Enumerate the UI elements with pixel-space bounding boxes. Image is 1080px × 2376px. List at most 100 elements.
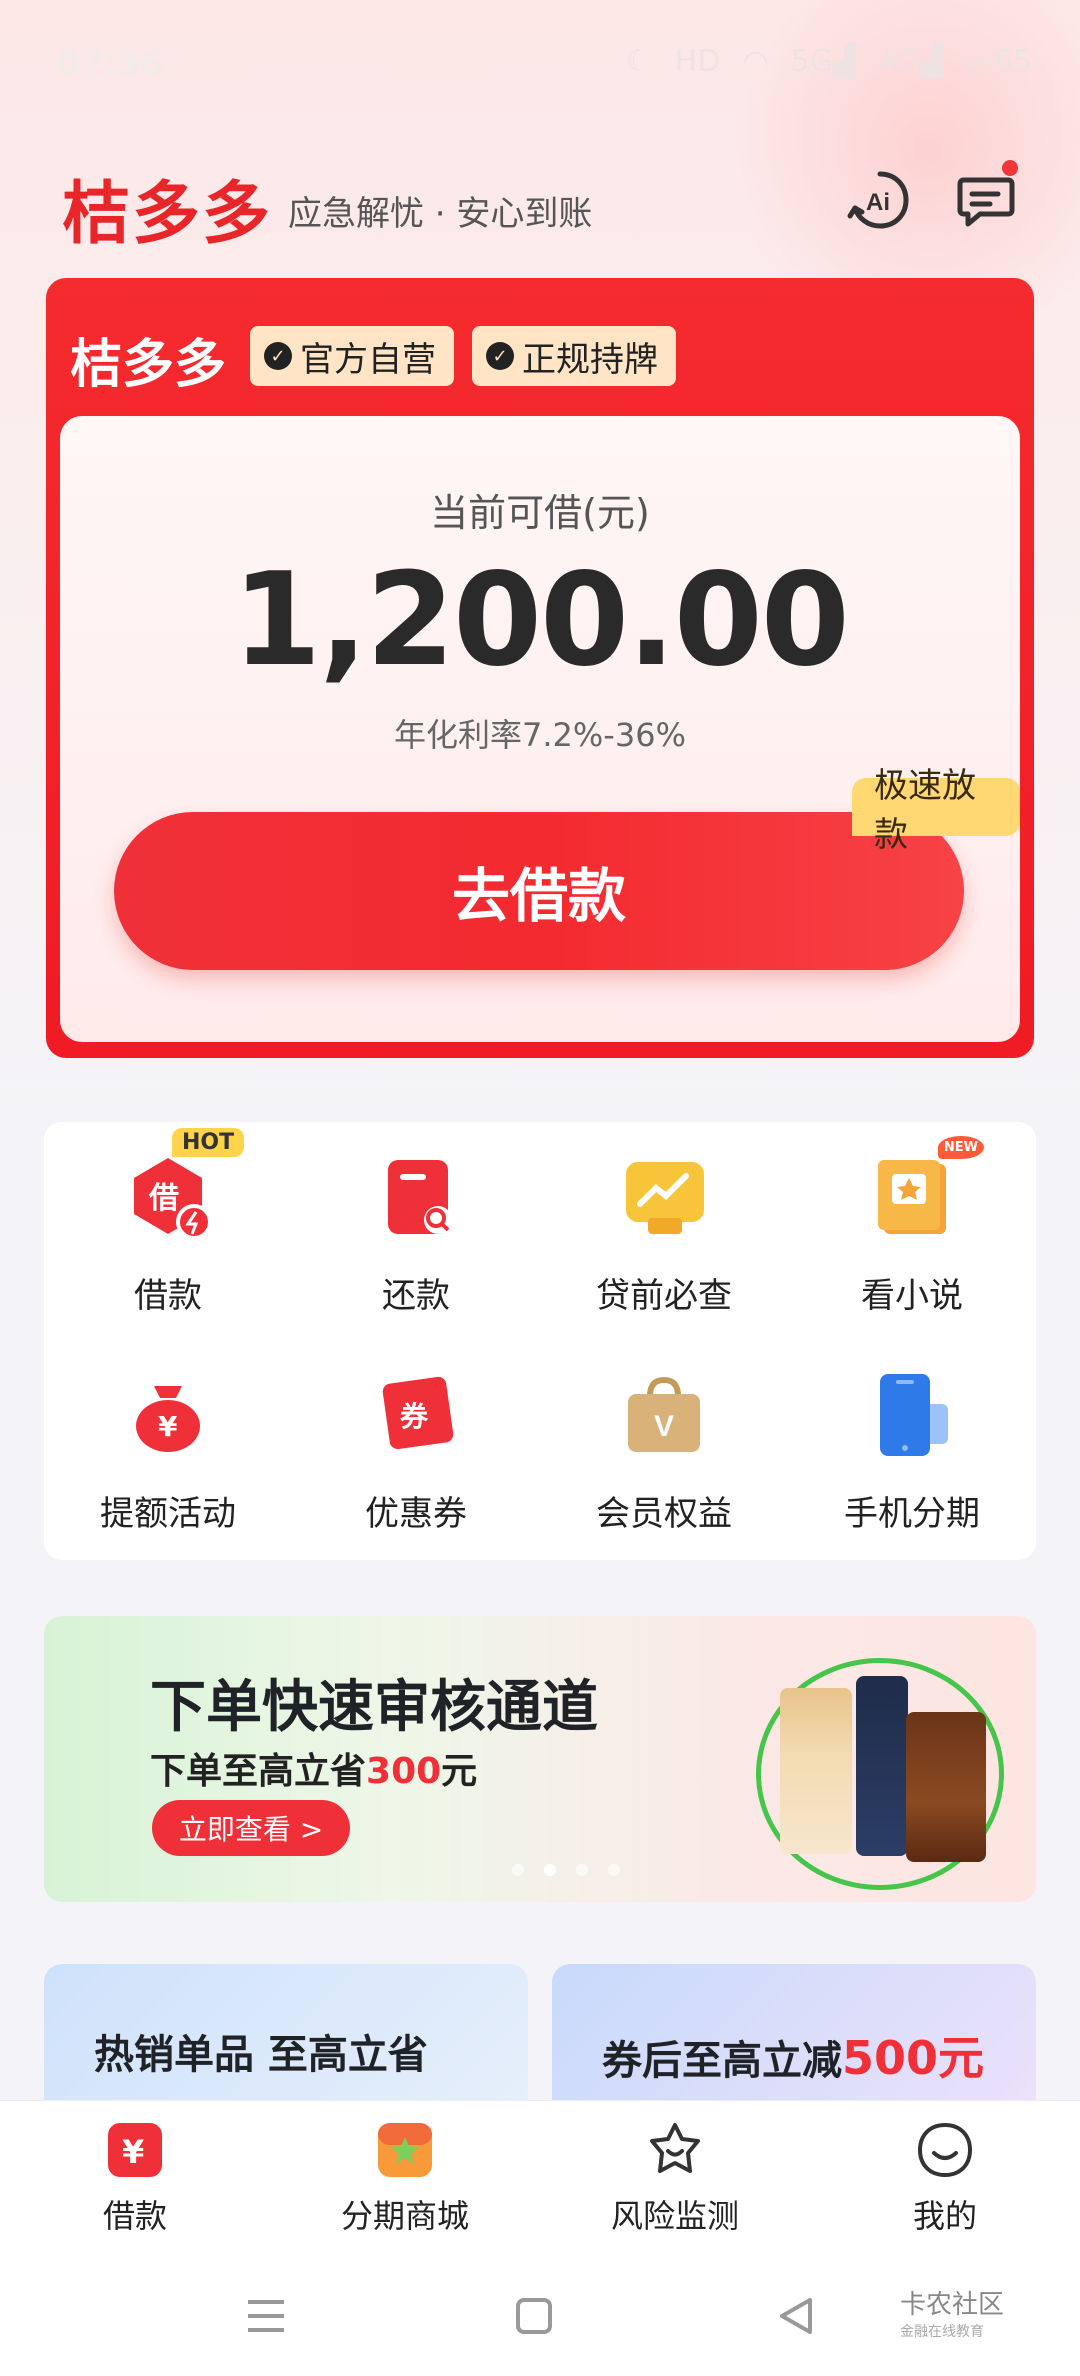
grid-item-label: 手机分期 <box>844 1494 980 1534</box>
battery-level: 65 <box>993 44 1032 79</box>
status-time: 07:36 <box>56 44 165 84</box>
available-label: 当前可借(元) <box>430 491 650 535</box>
pagination-dot-active <box>544 1864 556 1876</box>
grid-item-label: 看小说 <box>861 1276 963 1316</box>
grid-item-label: 会员权益 <box>596 1494 732 1534</box>
promo-card-coupon[interactable]: 券后至高立减500元 <box>552 1964 1036 2104</box>
banner-pagination <box>512 1864 620 1876</box>
promo-card-hot-sale[interactable]: 热销单品 至高立省 <box>44 1964 528 2104</box>
system-nav-bar: 卡农社区 金融在线教育 <box>0 2250 1080 2376</box>
loan-card-inner: 当前可借(元) 1,200.00 年化利率7.2%-36% 去借款 极速放款 <box>60 416 1020 1042</box>
grid-item-novel[interactable]: NEW 看小说 <box>788 1122 1036 1322</box>
tab-profile[interactable]: 我的 <box>810 2101 1080 2251</box>
menu-icon <box>248 2300 284 2332</box>
banner-sub-suffix: 元 <box>441 1751 478 1792</box>
nav-back-button[interactable] <box>766 2288 826 2344</box>
unread-dot <box>1002 160 1018 176</box>
battery-icon: ▭65 <box>965 44 1032 79</box>
grid-item-vip[interactable]: V 会员权益 <box>540 1340 788 1540</box>
hd-icon: HD <box>674 44 721 79</box>
borrow-icon: 借 HOT <box>118 1128 245 1246</box>
pagination-dot <box>512 1864 524 1876</box>
money-bag-icon: ¥ <box>118 1364 218 1464</box>
tab-label: 我的 <box>912 2197 977 2235</box>
status-icons: ☾ HD ◠ 5G▟ 4G▟ ▭65 <box>626 44 1032 79</box>
grid-item-label: 还款 <box>382 1276 450 1316</box>
nav-menu-button[interactable] <box>236 2288 296 2344</box>
tab-risk-monitor[interactable]: 风险监测 <box>540 2101 810 2251</box>
brand-slogan: 应急解忧 · 安心到账 <box>288 194 593 234</box>
grid-item-precheck[interactable]: 贷前必查 <box>540 1122 788 1322</box>
message-button[interactable] <box>952 160 1020 234</box>
grid-item-label: 提额活动 <box>100 1494 236 1534</box>
promo-prefix: 券后至高立减 <box>602 2038 842 2084</box>
product-bottle-image <box>906 1712 986 1862</box>
svg-text:¥: ¥ <box>158 1410 178 1443</box>
moon-icon: ☾ <box>625 44 653 79</box>
promo-highlight: 500元 <box>842 2031 985 2085</box>
function-grid: 借 HOT 借款 还款 贷前必查 NEW 看小说 ¥ 提额活动 券 优惠券 V … <box>44 1122 1036 1560</box>
badge-label: 正规持牌 <box>522 339 658 380</box>
phone-icon <box>862 1364 962 1464</box>
profile-smile-icon <box>916 2121 974 2179</box>
svg-text:¥: ¥ <box>122 2133 144 2171</box>
nav-home-button[interactable] <box>504 2288 564 2344</box>
coupon-icon: 券 <box>366 1364 466 1464</box>
tab-mall[interactable]: 分期商城 <box>270 2101 540 2251</box>
back-triangle-icon <box>780 2298 812 2334</box>
interest-rate: 年化利率7.2%-36% <box>394 716 686 754</box>
hot-tag: HOT <box>172 1128 245 1157</box>
banner-subtitle: 下单至高立省300元 <box>150 1742 477 1794</box>
grid-item-label: 优惠券 <box>365 1494 467 1534</box>
banner-sub-prefix: 下单至高立省 <box>150 1751 367 1792</box>
available-amount: 1,200.00 <box>232 546 850 695</box>
banner-view-button[interactable]: 立即查看 > <box>152 1800 350 1856</box>
borrow-button[interactable]: 去借款 <box>114 812 964 970</box>
watermark: 卡农社区 金融在线教育 <box>900 2284 1004 2341</box>
check-icon: ✓ <box>486 342 514 370</box>
grid-item-label: 贷前必查 <box>596 1276 732 1316</box>
tab-label: 风险监测 <box>610 2197 739 2235</box>
svg-text:V: V <box>654 1410 674 1443</box>
pagination-dot <box>576 1864 588 1876</box>
fast-payout-tag: 极速放款 <box>852 766 1020 855</box>
bottom-tab-bar: ¥ 借款 分期商城 风险监测 我的 <box>0 2100 1080 2250</box>
yuan-icon: ¥ <box>106 2121 164 2179</box>
banner-sub-highlight: 300 <box>366 1751 442 1792</box>
svg-text:券: 券 <box>400 1400 429 1433</box>
promo-text: 热销单品 至高立省 <box>94 2032 428 2078</box>
tab-borrow[interactable]: ¥ 借款 <box>0 2101 270 2251</box>
svg-text:借: 借 <box>148 1181 179 1216</box>
badge-licensed: ✓ 正规持牌 <box>472 326 676 386</box>
pagination-dot <box>608 1864 620 1876</box>
promo-text: 券后至高立减500元 <box>602 2022 984 2088</box>
product-bottle-image <box>780 1688 852 1854</box>
wifi-icon: ◠ <box>742 44 769 79</box>
promo-banner[interactable]: 下单快速审核通道 下单至高立省300元 立即查看 > <box>44 1616 1036 1902</box>
watermark-main: 卡农社区 <box>900 2290 1005 2320</box>
check-icon: ✓ <box>264 342 292 370</box>
ai-icon: Ai <box>847 171 909 229</box>
grid-item-label: 借款 <box>134 1276 202 1316</box>
mall-icon <box>376 2121 434 2179</box>
message-icon <box>957 177 1015 227</box>
status-bar: 07:36 ☾ HD ◠ 5G▟ 4G▟ ▭65 <box>0 0 1080 120</box>
loan-card: 桔多多 ✓ 官方自营 ✓ 正规持牌 当前可借(元) 1,200.00 年化利率7… <box>46 278 1034 1058</box>
tab-label: 借款 <box>102 2197 167 2235</box>
repay-icon <box>366 1146 466 1246</box>
grid-item-repay[interactable]: 还款 <box>292 1122 540 1322</box>
ai-assistant-button[interactable]: Ai <box>846 166 914 234</box>
badge-official: ✓ 官方自营 <box>250 326 454 386</box>
new-tag: NEW <box>937 1136 984 1159</box>
grid-item-borrow[interactable]: 借 HOT 借款 <box>44 1122 292 1322</box>
grid-item-coupon[interactable]: 券 优惠券 <box>292 1340 540 1540</box>
brand-logo: 桔多多 <box>62 174 273 254</box>
tab-label: 分期商城 <box>340 2197 469 2235</box>
grid-item-credit-boost[interactable]: ¥ 提额活动 <box>44 1340 292 1540</box>
grid-item-phone-installment[interactable]: 手机分期 <box>788 1340 1036 1540</box>
shield-star-icon <box>646 2121 704 2179</box>
product-bottle-image <box>856 1676 908 1856</box>
chart-check-icon <box>614 1146 714 1246</box>
app-header: 桔多多 应急解忧 · 安心到账 Ai <box>0 150 1080 254</box>
4g-signal-icon: 4G▟ <box>878 44 944 79</box>
